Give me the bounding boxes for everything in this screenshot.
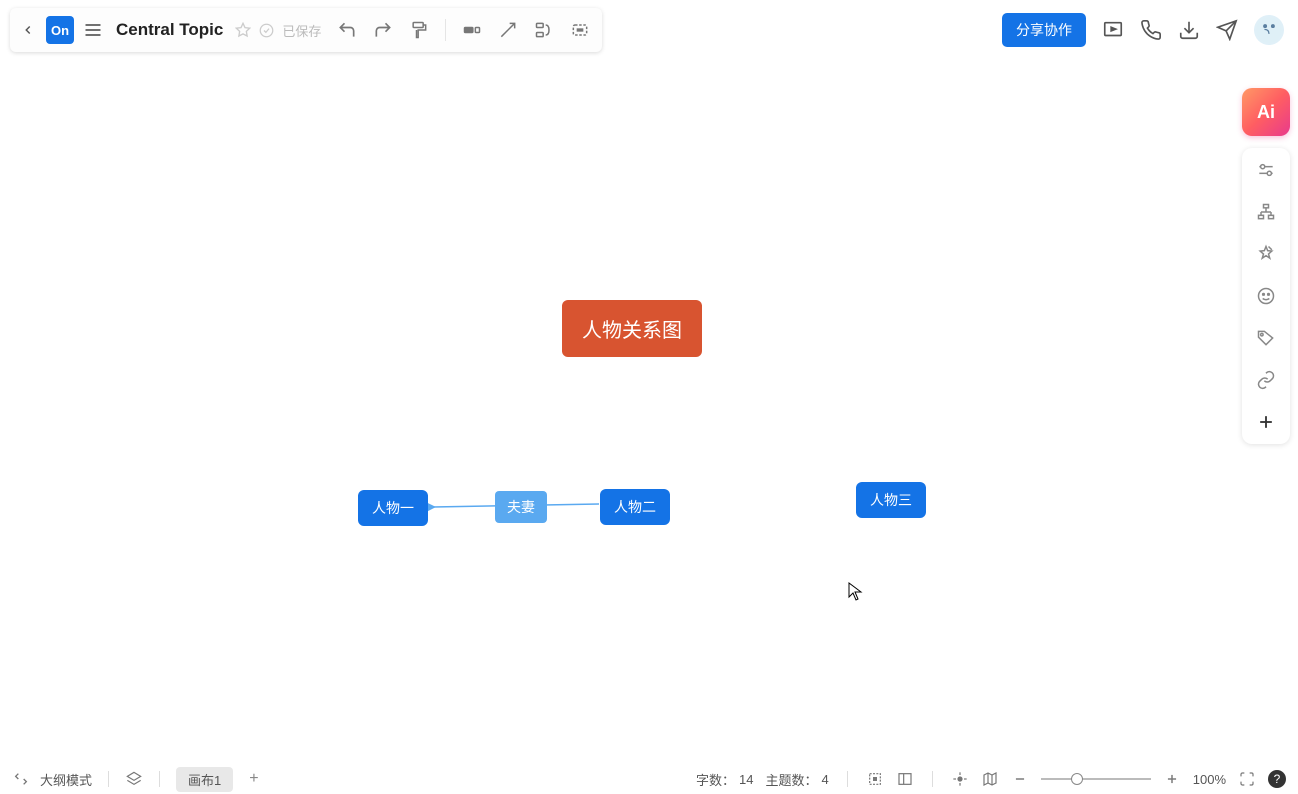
- central-topic-node[interactable]: 人物关系图: [562, 300, 702, 357]
- layers-button[interactable]: [125, 770, 143, 788]
- minimap-button[interactable]: [981, 770, 999, 788]
- fullscreen-button[interactable]: [1238, 770, 1256, 788]
- fit-width-button[interactable]: [896, 770, 914, 788]
- bottom-separator: [159, 771, 160, 787]
- zoom-level-label[interactable]: 100%: [1193, 772, 1226, 787]
- relation-label-node[interactable]: 夫妻: [495, 491, 547, 523]
- help-button[interactable]: ?: [1268, 770, 1286, 788]
- canvas-tab[interactable]: 画布1: [176, 767, 233, 792]
- bottom-left-group: 大纲模式 画布1 +: [12, 767, 265, 792]
- outline-toggle-icon[interactable]: [12, 770, 30, 788]
- zoom-in-button[interactable]: [1163, 770, 1181, 788]
- bottom-separator: [108, 771, 109, 787]
- bottom-separator: [932, 771, 933, 787]
- char-count-value: 14: [739, 772, 753, 787]
- zoom-slider-thumb[interactable]: [1071, 773, 1083, 785]
- person3-node[interactable]: 人物三: [856, 482, 926, 518]
- bottom-right-group: 字数： 14 主题数： 4 100% ?: [696, 770, 1286, 789]
- center-view-button[interactable]: [951, 770, 969, 788]
- zoom-out-button[interactable]: [1011, 770, 1029, 788]
- bottom-separator: [847, 771, 848, 787]
- bottom-bar: 大纲模式 画布1 + 字数： 14 主题数： 4: [0, 764, 1298, 794]
- topic-count-value: 4: [822, 772, 829, 787]
- add-canvas-button[interactable]: +: [243, 770, 264, 788]
- outline-mode-label[interactable]: 大纲模式: [40, 770, 92, 789]
- person1-node[interactable]: 人物一: [358, 490, 428, 526]
- topic-count-label: 主题数：: [766, 770, 818, 789]
- fit-selection-button[interactable]: [866, 770, 884, 788]
- char-count-label: 字数：: [696, 770, 735, 789]
- person2-node[interactable]: 人物二: [600, 489, 670, 525]
- canvas[interactable]: 人物关系图 人物一 夫妻 人物二 人物三: [0, 0, 1298, 794]
- zoom-slider[interactable]: [1041, 778, 1151, 780]
